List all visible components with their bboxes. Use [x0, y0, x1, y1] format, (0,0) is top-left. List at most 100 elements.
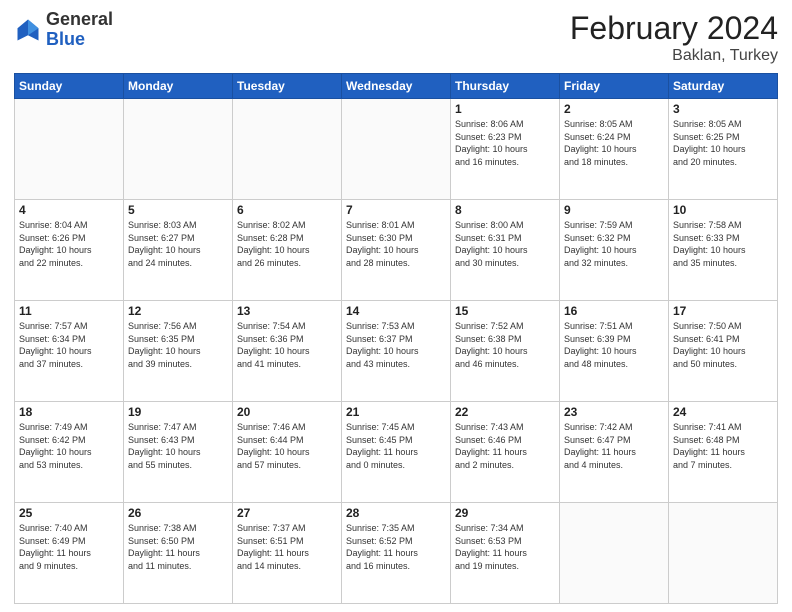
day-cell: 5 Sunrise: 8:03 AM Sunset: 6:27 PM Daylig… — [124, 200, 233, 301]
day-number: 7 — [346, 203, 446, 217]
header: General Blue February 2024 Baklan, Turke… — [14, 10, 778, 65]
day-cell — [124, 99, 233, 200]
day-info: Sunrise: 7:42 AM Sunset: 6:47 PM Dayligh… — [564, 421, 664, 471]
logo-icon — [14, 16, 42, 44]
day-number: 8 — [455, 203, 555, 217]
subtitle: Baklan, Turkey — [570, 47, 778, 65]
day-number: 2 — [564, 102, 664, 116]
day-number: 10 — [673, 203, 773, 217]
day-number: 5 — [128, 203, 228, 217]
day-info: Sunrise: 7:51 AM Sunset: 6:39 PM Dayligh… — [564, 320, 664, 370]
day-info: Sunrise: 7:43 AM Sunset: 6:46 PM Dayligh… — [455, 421, 555, 471]
logo: General Blue — [14, 10, 113, 50]
day-info: Sunrise: 8:05 AM Sunset: 6:25 PM Dayligh… — [673, 118, 773, 168]
day-info: Sunrise: 7:38 AM Sunset: 6:50 PM Dayligh… — [128, 522, 228, 572]
day-number: 25 — [19, 506, 119, 520]
day-cell — [560, 503, 669, 604]
day-info: Sunrise: 7:57 AM Sunset: 6:34 PM Dayligh… — [19, 320, 119, 370]
day-number: 14 — [346, 304, 446, 318]
day-cell: 10 Sunrise: 7:58 AM Sunset: 6:33 PM Dayli… — [669, 200, 778, 301]
header-row: SundayMondayTuesdayWednesdayThursdayFrid… — [15, 74, 778, 99]
day-cell: 19 Sunrise: 7:47 AM Sunset: 6:43 PM Dayli… — [124, 402, 233, 503]
logo-blue: Blue — [46, 30, 113, 50]
day-cell: 4Sunrise: 8:04 AM Sunset: 6:26 PM Daylig… — [15, 200, 124, 301]
day-number: 28 — [346, 506, 446, 520]
day-cell: 22 Sunrise: 7:43 AM Sunset: 6:46 PM Dayli… — [451, 402, 560, 503]
day-info: Sunrise: 7:34 AM Sunset: 6:53 PM Dayligh… — [455, 522, 555, 572]
day-cell: 27 Sunrise: 7:37 AM Sunset: 6:51 PM Dayli… — [233, 503, 342, 604]
day-info: Sunrise: 7:40 AM Sunset: 6:49 PM Dayligh… — [19, 522, 119, 572]
day-cell: 7 Sunrise: 8:01 AM Sunset: 6:30 PM Daylig… — [342, 200, 451, 301]
day-info: Sunrise: 7:58 AM Sunset: 6:33 PM Dayligh… — [673, 219, 773, 269]
day-number: 22 — [455, 405, 555, 419]
title-block: February 2024 Baklan, Turkey — [570, 10, 778, 65]
day-cell: 21Sunrise: 7:45 AM Sunset: 6:45 PM Dayli… — [342, 402, 451, 503]
main-title: February 2024 — [570, 10, 778, 47]
day-number: 21 — [346, 405, 446, 419]
day-header-tuesday: Tuesday — [233, 74, 342, 99]
logo-text: General Blue — [46, 10, 113, 50]
day-cell: 25 Sunrise: 7:40 AM Sunset: 6:49 PM Dayli… — [15, 503, 124, 604]
day-cell — [669, 503, 778, 604]
day-number: 27 — [237, 506, 337, 520]
day-cell: 2 Sunrise: 8:05 AM Sunset: 6:24 PM Daylig… — [560, 99, 669, 200]
day-header-sunday: Sunday — [15, 74, 124, 99]
day-number: 24 — [673, 405, 773, 419]
week-row-2: 11 Sunrise: 7:57 AM Sunset: 6:34 PM Dayli… — [15, 301, 778, 402]
day-info: Sunrise: 7:37 AM Sunset: 6:51 PM Dayligh… — [237, 522, 337, 572]
day-info: Sunrise: 7:47 AM Sunset: 6:43 PM Dayligh… — [128, 421, 228, 471]
day-header-thursday: Thursday — [451, 74, 560, 99]
day-cell: 6Sunrise: 8:02 AM Sunset: 6:28 PM Daylig… — [233, 200, 342, 301]
day-info: Sunrise: 7:46 AM Sunset: 6:44 PM Dayligh… — [237, 421, 337, 471]
day-number: 19 — [128, 405, 228, 419]
day-cell: 15 Sunrise: 7:52 AM Sunset: 6:38 PM Dayli… — [451, 301, 560, 402]
day-info: Sunrise: 8:01 AM Sunset: 6:30 PM Dayligh… — [346, 219, 446, 269]
day-cell: 26 Sunrise: 7:38 AM Sunset: 6:50 PM Dayli… — [124, 503, 233, 604]
day-cell: 9 Sunrise: 7:59 AM Sunset: 6:32 PM Daylig… — [560, 200, 669, 301]
day-header-friday: Friday — [560, 74, 669, 99]
day-number: 18 — [19, 405, 119, 419]
day-number: 12 — [128, 304, 228, 318]
day-number: 9 — [564, 203, 664, 217]
day-cell — [233, 99, 342, 200]
day-header-monday: Monday — [124, 74, 233, 99]
day-number: 29 — [455, 506, 555, 520]
day-cell — [15, 99, 124, 200]
day-cell: 20 Sunrise: 7:46 AM Sunset: 6:44 PM Dayli… — [233, 402, 342, 503]
day-cell: 3 Sunrise: 8:05 AM Sunset: 6:25 PM Daylig… — [669, 99, 778, 200]
day-number: 4 — [19, 203, 119, 217]
day-number: 3 — [673, 102, 773, 116]
day-number: 1 — [455, 102, 555, 116]
day-cell — [342, 99, 451, 200]
day-cell: 23 Sunrise: 7:42 AM Sunset: 6:47 PM Dayli… — [560, 402, 669, 503]
day-number: 26 — [128, 506, 228, 520]
day-info: Sunrise: 7:41 AM Sunset: 6:48 PM Dayligh… — [673, 421, 773, 471]
day-number: 11 — [19, 304, 119, 318]
day-number: 15 — [455, 304, 555, 318]
day-header-wednesday: Wednesday — [342, 74, 451, 99]
day-info: Sunrise: 7:56 AM Sunset: 6:35 PM Dayligh… — [128, 320, 228, 370]
day-info: Sunrise: 8:03 AM Sunset: 6:27 PM Dayligh… — [128, 219, 228, 269]
day-info: Sunrise: 8:05 AM Sunset: 6:24 PM Dayligh… — [564, 118, 664, 168]
day-info: Sunrise: 7:50 AM Sunset: 6:41 PM Dayligh… — [673, 320, 773, 370]
day-info: Sunrise: 8:06 AM Sunset: 6:23 PM Dayligh… — [455, 118, 555, 168]
week-row-4: 25 Sunrise: 7:40 AM Sunset: 6:49 PM Dayli… — [15, 503, 778, 604]
day-number: 23 — [564, 405, 664, 419]
day-cell: 12 Sunrise: 7:56 AM Sunset: 6:35 PM Dayli… — [124, 301, 233, 402]
day-cell: 14 Sunrise: 7:53 AM Sunset: 6:37 PM Dayli… — [342, 301, 451, 402]
day-number: 17 — [673, 304, 773, 318]
day-number: 20 — [237, 405, 337, 419]
day-info: Sunrise: 7:53 AM Sunset: 6:37 PM Dayligh… — [346, 320, 446, 370]
day-cell: 28Sunrise: 7:35 AM Sunset: 6:52 PM Dayli… — [342, 503, 451, 604]
week-row-3: 18Sunrise: 7:49 AM Sunset: 6:42 PM Dayli… — [15, 402, 778, 503]
day-number: 16 — [564, 304, 664, 318]
day-info: Sunrise: 7:59 AM Sunset: 6:32 PM Dayligh… — [564, 219, 664, 269]
week-row-0: 1 Sunrise: 8:06 AM Sunset: 6:23 PM Daylig… — [15, 99, 778, 200]
day-cell: 18Sunrise: 7:49 AM Sunset: 6:42 PM Dayli… — [15, 402, 124, 503]
day-cell: 16 Sunrise: 7:51 AM Sunset: 6:39 PM Dayli… — [560, 301, 669, 402]
day-cell: 13Sunrise: 7:54 AM Sunset: 6:36 PM Dayli… — [233, 301, 342, 402]
day-cell: 29 Sunrise: 7:34 AM Sunset: 6:53 PM Dayli… — [451, 503, 560, 604]
calendar-table: SundayMondayTuesdayWednesdayThursdayFrid… — [14, 73, 778, 604]
day-cell: 1 Sunrise: 8:06 AM Sunset: 6:23 PM Daylig… — [451, 99, 560, 200]
day-info: Sunrise: 7:52 AM Sunset: 6:38 PM Dayligh… — [455, 320, 555, 370]
